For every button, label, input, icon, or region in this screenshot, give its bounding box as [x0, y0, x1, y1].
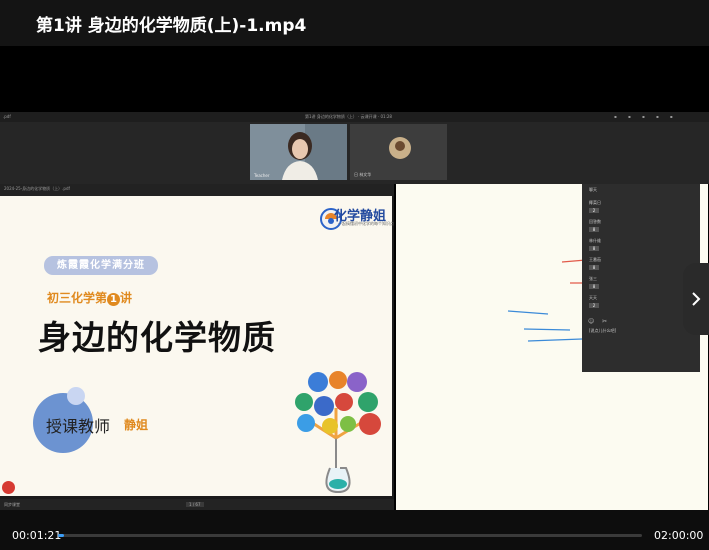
class-badge: 炼霞霞化学满分班 [44, 256, 158, 275]
chat-entry-value: 8 [589, 246, 599, 251]
student-cam-label: 日 林文华 [354, 172, 372, 177]
progress-track[interactable] [58, 534, 642, 537]
chat-title: 聊天 [589, 187, 597, 192]
chat-entry-label: 天天 [589, 295, 597, 300]
slide-header: 2024-25-身边的化学物质（上）.pdf [0, 184, 394, 196]
player-controls [0, 510, 709, 550]
current-time: 00:01:21 [12, 529, 62, 542]
sync-label[interactable]: 同步课堂 [4, 502, 20, 508]
chat-entry-label: 椰菜日 [589, 200, 601, 205]
chevron-right-icon [692, 292, 701, 306]
meeting-titlebar: .pdf 第1讲 身边的化学物质（上） · 云课开课 · 01:28 ▪ ▪ ▪… [0, 112, 709, 122]
video-title: 第1讲 身边的化学物质(上)-1.mp4 [36, 16, 307, 36]
teacher-video-icon [250, 124, 347, 180]
scissors-icon[interactable]: ✂ [602, 318, 607, 325]
teacher-name: 静姐 [124, 418, 149, 432]
lesson-label: 初三化学第 1 讲 [47, 289, 132, 306]
logo-subtitle: 一起搞懂初中化学的每个知识点 [338, 221, 394, 226]
slide-main-title: 身边的化学物质 [38, 318, 276, 357]
chat-entry-value: 8 [589, 284, 599, 289]
chat-entry-label: 回答数 [589, 219, 601, 224]
teacher-camera: Teacher [250, 124, 347, 180]
chat-input[interactable]: [说点儿什么吧] [589, 328, 616, 334]
student-camera: 日 林文华 [350, 124, 447, 180]
chat-entry-label: 林什维 [589, 238, 601, 243]
total-time: 02:00:00 [654, 529, 704, 542]
chat-entry-value: 8 [589, 265, 599, 270]
slide-filename: 2024-25-身边的化学物质（上）.pdf [4, 186, 70, 191]
teacher-cam-label: Teacher [254, 173, 270, 178]
meeting-top-left: .pdf [3, 114, 11, 119]
chemistry-tree-icon [295, 371, 381, 494]
meeting-top-center: 第1讲 身边的化学物质（上） · 云课开课 · 01:28 [305, 114, 392, 119]
chat-entry-value: 2 [589, 303, 599, 308]
page-indicator[interactable]: 1 / 67 [186, 502, 204, 507]
chat-entry-value: 2 [589, 208, 599, 213]
chat-entry-label: 张三 [589, 276, 597, 281]
chat-entry-value: 8 [589, 227, 599, 232]
chat-entry-label: 王番茄 [589, 257, 601, 262]
record-icon[interactable] [2, 481, 15, 494]
whiteboard-strokes [507, 259, 588, 342]
meeting-window-controls: ▪ ▪ ▪ ▪ ▪ [614, 114, 678, 119]
emoji-icon[interactable]: ☺ [588, 318, 594, 325]
lesson-number: 1 [107, 293, 121, 306]
lesson-prefix: 初三化学第 [47, 291, 108, 305]
teacher-label: 授课教师 [46, 417, 111, 436]
next-button[interactable] [683, 263, 709, 335]
teacher-decoration-dot [67, 387, 85, 405]
slide-toolbar: 同步课堂 1 / 67 [0, 499, 394, 510]
progress-fill [58, 534, 64, 537]
lesson-suffix: 讲 [120, 291, 133, 305]
